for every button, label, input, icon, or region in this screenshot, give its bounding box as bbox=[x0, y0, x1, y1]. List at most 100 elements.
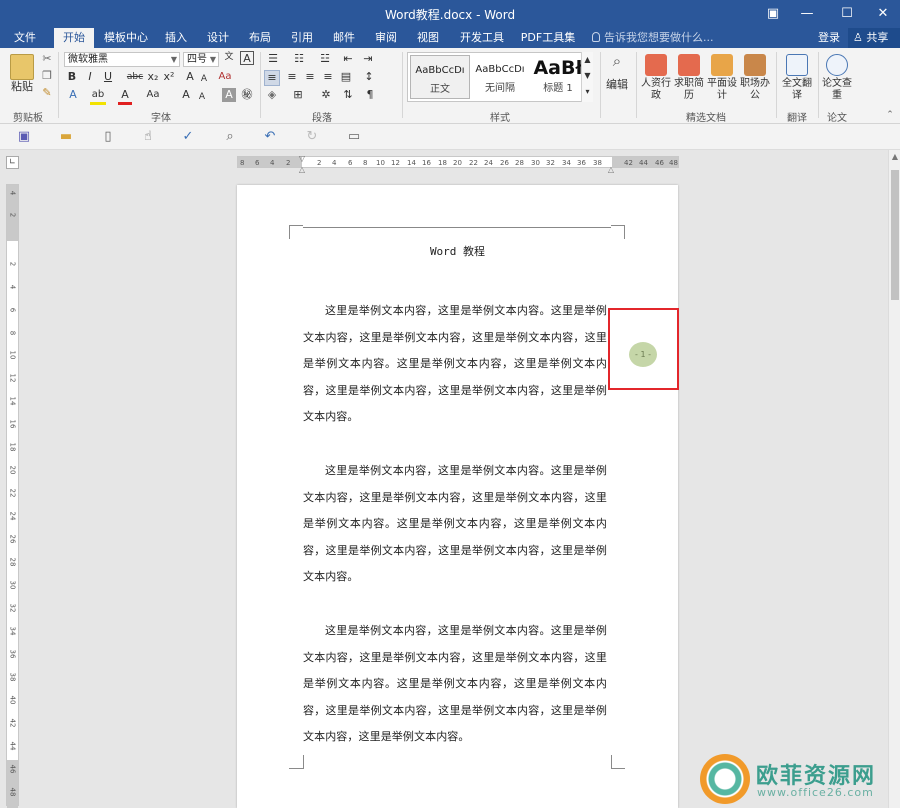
tab-view[interactable]: 视图 bbox=[410, 28, 446, 48]
tab-design[interactable]: 设计 bbox=[200, 28, 236, 48]
undo-icon[interactable]: ↶ bbox=[262, 129, 278, 145]
open-icon[interactable]: ▬ bbox=[58, 129, 74, 145]
print-preview-icon[interactable]: ⌕ bbox=[222, 129, 238, 145]
tab-mailings[interactable]: 邮件 bbox=[326, 28, 362, 48]
spelling-icon[interactable]: ✓ bbox=[180, 129, 196, 145]
paste-button[interactable]: 粘贴 bbox=[8, 80, 36, 94]
multilevel-list-icon[interactable]: ☳ bbox=[316, 52, 334, 66]
italic-button[interactable]: I bbox=[84, 70, 96, 84]
numbering-icon[interactable]: ☷ bbox=[290, 52, 308, 66]
vertical-scrollbar[interactable]: ▲ bbox=[888, 150, 900, 808]
new-icon[interactable]: ▯ bbox=[100, 129, 116, 145]
font-name-select[interactable]: 微软雅黑 ▼ bbox=[64, 52, 180, 67]
tab-template-center[interactable]: 模板中心 bbox=[100, 28, 152, 48]
tab-layout[interactable]: 布局 bbox=[242, 28, 278, 48]
align-center-icon[interactable]: ≡ bbox=[284, 70, 300, 84]
login-link[interactable]: 登录 bbox=[818, 28, 840, 48]
tab-file[interactable]: 文件 bbox=[6, 28, 44, 48]
superscript-button[interactable]: x² bbox=[162, 70, 176, 84]
increase-indent-icon[interactable]: ⇥ bbox=[360, 52, 376, 66]
strikethrough-button[interactable]: abc bbox=[126, 70, 144, 84]
char-shading-button[interactable]: A bbox=[222, 88, 236, 102]
cut-icon[interactable]: ✂ bbox=[40, 52, 54, 66]
bullets-icon[interactable]: ☰ bbox=[264, 52, 282, 66]
tab-home[interactable]: 开始 bbox=[54, 28, 94, 48]
shading-icon[interactable]: ◈ bbox=[264, 88, 280, 102]
tab-pdf-tools[interactable]: PDF工具集 bbox=[516, 28, 580, 48]
tab-developer[interactable]: 开发工具 bbox=[456, 28, 508, 48]
tab-review[interactable]: 审阅 bbox=[368, 28, 404, 48]
char-border-button[interactable]: A bbox=[240, 51, 254, 65]
style-no-spacing[interactable]: AaBbCcDı 无间隔 bbox=[470, 55, 530, 99]
align-left-icon[interactable]: ≡ bbox=[264, 70, 280, 86]
touch-mode-icon[interactable]: ☝ bbox=[140, 129, 156, 145]
tab-selector[interactable]: ∟ bbox=[6, 156, 19, 169]
briefcase-icon bbox=[744, 54, 766, 76]
site-logo-icon bbox=[700, 754, 750, 804]
share-button[interactable]: ♙ 共享 bbox=[848, 28, 900, 48]
justify-icon[interactable]: ≡ bbox=[320, 70, 336, 84]
line-spacing-icon[interactable]: ↕ bbox=[360, 70, 378, 84]
underline-button[interactable]: U bbox=[102, 70, 114, 84]
collapse-ribbon-icon[interactable]: ⌃ bbox=[884, 108, 896, 122]
tab-insert[interactable]: 插入 bbox=[158, 28, 194, 48]
format-painter-icon[interactable]: ✎ bbox=[40, 86, 54, 100]
styles-scroll[interactable]: ▲ ▼ ▾ bbox=[581, 52, 593, 102]
ruler-label: 34 bbox=[8, 626, 17, 636]
sort-icon[interactable]: ⇅ bbox=[340, 88, 356, 102]
font-grow-button[interactable]: A bbox=[184, 70, 196, 84]
grow-font-button[interactable]: A bbox=[180, 88, 192, 102]
font-color-button[interactable]: A bbox=[118, 88, 132, 105]
design-icon bbox=[711, 54, 733, 76]
ruler-label: 16 bbox=[8, 419, 17, 429]
clear-format-button[interactable]: Aa bbox=[216, 70, 234, 84]
page-header[interactable]: Word 教程 bbox=[237, 243, 678, 259]
copy-icon[interactable]: ❐ bbox=[40, 69, 54, 83]
style-heading-1[interactable]: AaBł 标题 1 bbox=[528, 55, 588, 99]
paragraph[interactable]: 这里是举例文本内容，这里是举例文本内容。这里是举例文本内容，这里是举例文本内容，… bbox=[303, 298, 607, 431]
paragraph[interactable]: 这里是举例文本内容，这里是举例文本内容。这里是举例文本内容，这里是举例文本内容，… bbox=[303, 458, 607, 591]
bold-button[interactable]: B bbox=[66, 70, 78, 84]
template-graphic-design[interactable]: 平面设计 bbox=[707, 54, 737, 102]
template-hr-admin[interactable]: 人资行政 bbox=[641, 54, 671, 102]
left-indent-marker[interactable]: △ bbox=[297, 163, 307, 177]
find-icon[interactable]: ⌕ bbox=[604, 54, 630, 76]
style-normal[interactable]: AaBbCcDı 正文 bbox=[410, 55, 470, 99]
close-button[interactable]: ✕ bbox=[866, 0, 900, 28]
full-translate-button[interactable]: 全文翻译 bbox=[782, 54, 812, 102]
phonetic-guide-button[interactable]: 文 bbox=[222, 50, 236, 64]
scroll-up-icon[interactable]: ▲ bbox=[889, 152, 900, 161]
tab-references[interactable]: 引用 bbox=[284, 28, 320, 48]
change-case-button[interactable]: Aa bbox=[144, 88, 162, 102]
font-size-select[interactable]: 四号 ▼ bbox=[183, 52, 219, 67]
paste-icon[interactable] bbox=[10, 54, 34, 80]
minimize-button[interactable]: — bbox=[790, 0, 824, 28]
decrease-indent-icon[interactable]: ⇤ bbox=[340, 52, 356, 66]
redo-icon[interactable]: ↻ bbox=[304, 129, 320, 145]
template-resume[interactable]: 求职简历 bbox=[674, 54, 704, 102]
editing-button[interactable]: 编辑 bbox=[604, 78, 630, 92]
right-indent-marker[interactable]: △ bbox=[606, 163, 616, 177]
tell-me-search[interactable]: 告诉我您想要做什么... bbox=[592, 28, 714, 48]
shrink-font-button[interactable]: A bbox=[196, 90, 208, 104]
template-office[interactable]: 职场办公 bbox=[740, 54, 770, 102]
maximize-button[interactable]: ☐ bbox=[830, 0, 864, 28]
text-effects-button[interactable]: A bbox=[66, 88, 80, 102]
show-marks-icon[interactable]: ¶ bbox=[362, 88, 378, 102]
enclose-characters-button[interactable]: ㊙ bbox=[240, 88, 254, 102]
subscript-button[interactable]: x₂ bbox=[146, 70, 160, 84]
align-right-icon[interactable]: ≡ bbox=[302, 70, 318, 84]
ribbon-display-options-button[interactable]: ▣ bbox=[756, 0, 790, 28]
thesis-check-button[interactable]: 论文查重 bbox=[822, 54, 852, 102]
highlight-color-button[interactable]: ab bbox=[90, 88, 106, 105]
document-page[interactable]: Word 教程 这里是举例文本内容，这里是举例文本内容。这里是举例文本内容，这里… bbox=[237, 185, 678, 808]
font-shrink-button[interactable]: A bbox=[198, 72, 210, 86]
borders-icon[interactable]: ⊞ bbox=[290, 88, 306, 102]
chinese-layout-icon[interactable]: ✲ bbox=[318, 88, 334, 102]
distributed-icon[interactable]: ▤ bbox=[338, 70, 354, 84]
vertical-ruler[interactable]: 4 2 2 4 6 8 10 12 14 16 18 20 22 24 26 2… bbox=[6, 184, 19, 808]
paragraph[interactable]: 这里是举例文本内容，这里是举例文本内容。这里是举例文本内容，这里是举例文本内容，… bbox=[303, 618, 607, 751]
save-icon[interactable]: ▣ bbox=[16, 129, 32, 145]
window-icon[interactable]: ▭ bbox=[346, 129, 362, 145]
scroll-thumb[interactable] bbox=[891, 170, 899, 300]
